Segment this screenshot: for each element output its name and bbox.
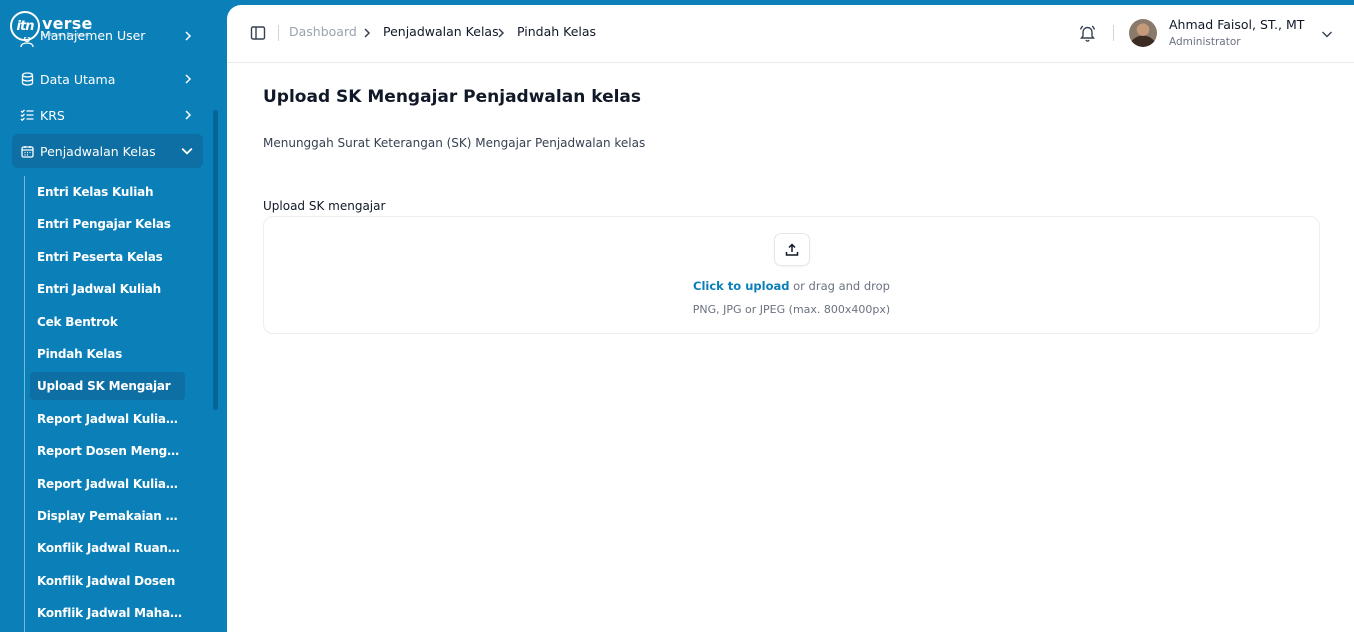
users-icon: [20, 37, 34, 51]
sidebar-subitem-report-jadwal-kuliah-2[interactable]: Report Jadwal Kuliah Pe...: [30, 470, 185, 498]
sidebar-scrollbar[interactable]: [213, 110, 218, 410]
chevron-right-icon: [185, 31, 192, 41]
upload-icon: [785, 242, 799, 256]
chevron-down-icon: [181, 147, 193, 155]
sidebar-subitem-report-jadwal-kuliah-1[interactable]: Report Jadwal Kuliah Pe...: [30, 405, 185, 433]
sidebar-item-krs[interactable]: KRS: [12, 98, 203, 132]
submenu-guide-line: [24, 176, 25, 632]
sidebar-item-data-utama[interactable]: Data Utama: [12, 62, 203, 96]
database-icon: [20, 72, 34, 86]
click-to-upload-link[interactable]: Click to upload: [693, 279, 789, 293]
breadcrumb-pindah-kelas: Pindah Kelas: [517, 24, 597, 39]
sidebar-subitem-cek-bentrok[interactable]: Cek Bentrok: [30, 308, 185, 336]
chevron-right-icon: [185, 110, 192, 120]
bell-icon[interactable]: [1079, 24, 1096, 42]
upload-dropzone[interactable]: Click to upload or drag and drop PNG, JP…: [263, 216, 1320, 334]
sidebar-subitem-entri-jadwal-kuliah[interactable]: Entri Jadwal Kuliah: [30, 275, 185, 303]
upload-file-hint: PNG, JPG or JPEG (max. 800x400px): [692, 303, 891, 316]
sidebar-subitem-display-pemakaian-ruang[interactable]: Display Pemakaian Rua...: [30, 502, 185, 530]
list-check-icon: [20, 108, 34, 122]
chevron-right-icon: [364, 28, 371, 38]
sidebar-subitem-konflik-jadwal-mahasiswa[interactable]: Konflik Jadwal Mahasis...: [30, 599, 185, 627]
upload-field-label: Upload SK mengajar: [263, 199, 386, 213]
sidebar-subitem-konflik-jadwal-ruangan[interactable]: Konflik Jadwal Ruangan: [30, 534, 185, 562]
sidebar-subitem-upload-sk-mengajar[interactable]: Upload SK Mengajar: [30, 372, 185, 400]
sidebar-subitem-entri-peserta-kelas[interactable]: Entri Peserta Kelas: [30, 243, 185, 271]
sidebar-toggle-icon[interactable]: [250, 25, 266, 41]
user-role: Administrator: [1169, 36, 1241, 48]
sidebar-subitem-konflik-jadwal-dosen[interactable]: Konflik Jadwal Dosen: [30, 567, 185, 595]
page-title: Upload SK Mengajar Penjadwalan kelas: [263, 87, 642, 107]
main-panel: Dashboard Penjadwalan Kelas Pindah Kelas…: [227, 5, 1354, 632]
topbar: Dashboard Penjadwalan Kelas Pindah Kelas…: [227, 5, 1354, 63]
calendar-icon: [20, 144, 34, 158]
upload-button[interactable]: [774, 233, 810, 266]
breadcrumb-dashboard[interactable]: Dashboard: [289, 24, 357, 39]
upload-instruction: Click to upload or drag and drop: [264, 279, 1319, 293]
sidebar-item-penjadwalan-kelas[interactable]: Penjadwalan Kelas: [12, 134, 203, 168]
sidebar-subitem-entri-pengajar-kelas[interactable]: Entri Pengajar Kelas: [30, 210, 185, 238]
chevron-right-icon: [498, 28, 505, 38]
sidebar-subitem-report-dosen-mengajar[interactable]: Report Dosen Mengajar: [30, 437, 185, 465]
chevron-right-icon: [185, 74, 192, 84]
breadcrumb-penjadwalan-kelas[interactable]: Penjadwalan Kelas: [383, 24, 499, 39]
avatar[interactable]: [1129, 19, 1157, 47]
chevron-down-icon[interactable]: [1321, 28, 1333, 40]
page-description: Menunggah Surat Keterangan (SK) Mengajar…: [263, 136, 646, 150]
sidebar: itn verse workspace & network Manajemen …: [0, 0, 227, 632]
sidebar-subitem-pindah-kelas[interactable]: Pindah Kelas: [30, 340, 185, 368]
sidebar-item-manajemen-user[interactable]: Manajemen User: [12, 30, 203, 58]
user-name: Ahmad Faisol, ST., MT: [1169, 17, 1305, 32]
sidebar-subitem-entri-kelas-kuliah[interactable]: Entri Kelas Kuliah: [30, 178, 185, 206]
upload-instruction-rest: or drag and drop: [789, 279, 890, 293]
